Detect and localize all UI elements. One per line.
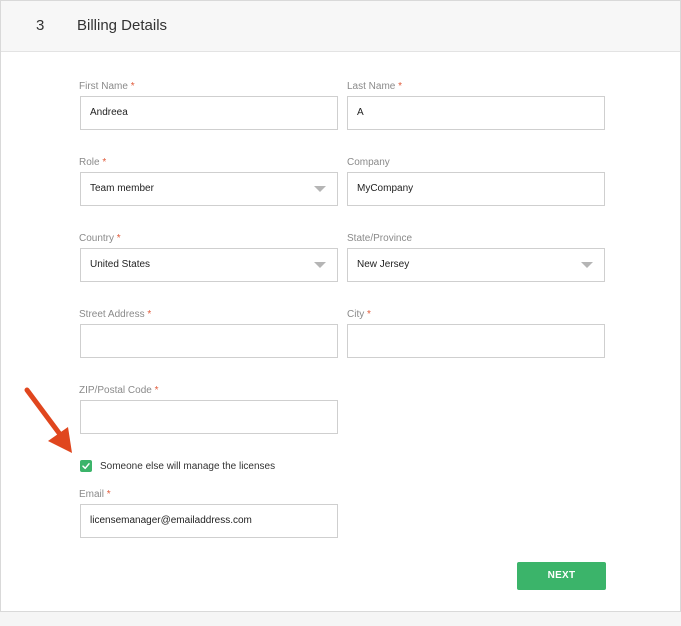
street-address-input[interactable] [80, 324, 338, 358]
company-label: Company [347, 157, 390, 168]
step-number: 3 [36, 17, 45, 34]
check-icon [82, 463, 90, 470]
first-name-value: Andreea [90, 107, 128, 118]
billing-details-panel: 3 Billing Details First Name * Andreea L… [0, 0, 681, 612]
caret-down-icon [314, 186, 326, 192]
last-name-value: A [357, 107, 364, 118]
zip-label: ZIP/Postal Code * [79, 385, 159, 396]
manage-licenses-label[interactable]: Someone else will manage the licenses [100, 461, 275, 472]
street-address-label: Street Address * [79, 309, 152, 320]
email-label: Email * [79, 489, 111, 500]
role-select[interactable]: Team member [80, 172, 338, 206]
state-label: State/Province [347, 233, 413, 244]
country-label: Country * [79, 233, 121, 244]
email-value: licensemanager@emailaddress.com [90, 515, 252, 526]
section-header: 3 Billing Details [1, 1, 680, 52]
last-name-input[interactable]: A [347, 96, 605, 130]
city-label: City * [347, 309, 371, 320]
state-select[interactable]: New Jersey [347, 248, 605, 282]
country-value: United States [90, 259, 151, 270]
last-name-label: Last Name * [347, 81, 403, 92]
email-input[interactable]: licensemanager@emailaddress.com [80, 504, 338, 538]
red-arrow-icon [24, 387, 72, 453]
manage-licenses-checkbox[interactable] [80, 460, 92, 472]
caret-down-icon [314, 262, 326, 268]
country-select[interactable]: United States [80, 248, 338, 282]
section-title: Billing Details [77, 17, 168, 34]
first-name-input[interactable]: Andreea [80, 96, 338, 130]
zip-input[interactable] [80, 400, 338, 434]
state-value: New Jersey [357, 259, 410, 270]
company-input[interactable]: MyCompany [347, 172, 605, 206]
company-value: MyCompany [357, 183, 414, 194]
first-name-label: First Name * [79, 81, 135, 92]
city-input[interactable] [347, 324, 605, 358]
role-label: Role * [79, 157, 107, 168]
caret-down-icon [581, 262, 593, 268]
role-value: Team member [90, 183, 154, 194]
next-button[interactable]: NEXT [517, 562, 606, 590]
